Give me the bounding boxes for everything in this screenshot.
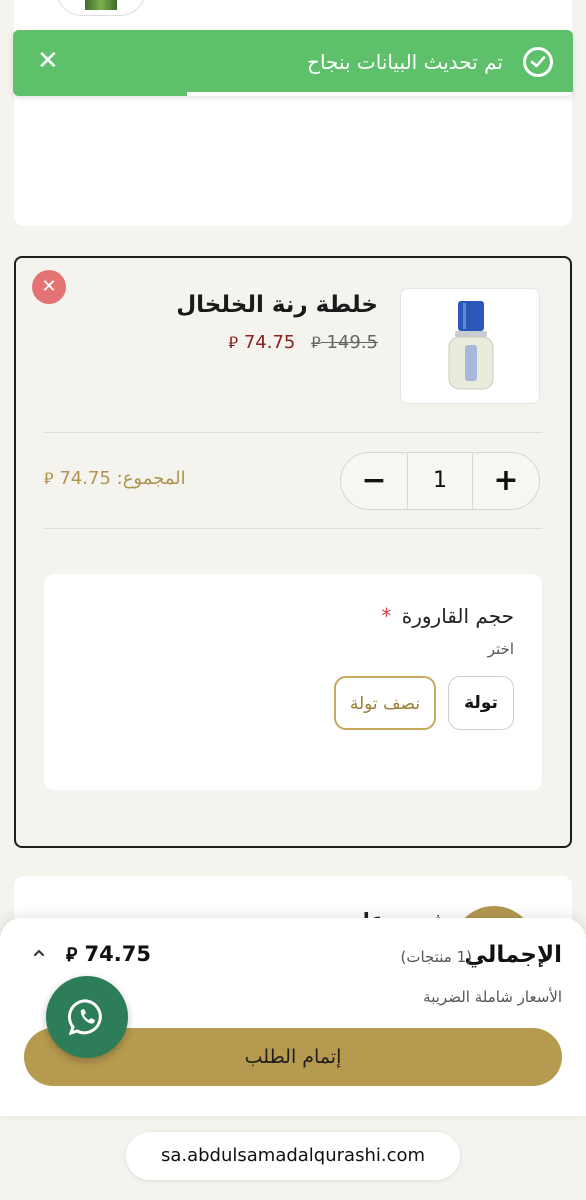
- riyal-currency-icon: ⃁: [44, 469, 54, 488]
- option-tola-button[interactable]: تولة: [448, 676, 514, 730]
- required-mark: *: [381, 604, 392, 628]
- remove-icon: ✕: [41, 276, 57, 297]
- option-title: حجم القارورة *: [381, 604, 514, 628]
- success-toast: تم تحديث البيانات بنجاح ✕: [13, 30, 573, 96]
- option-title-text: حجم القارورة: [401, 604, 514, 628]
- previous-product-thumbnail: [56, 0, 146, 16]
- toast-progress-bar: [186, 92, 573, 96]
- browser-url-bar[interactable]: sa.abdulsamadalqurashi.com: [126, 1132, 460, 1180]
- quantity-value[interactable]: 1: [407, 453, 473, 509]
- bottle-size-option: حجم القارورة * اختر تولة نصف تولة: [44, 574, 542, 790]
- close-icon[interactable]: ✕: [37, 46, 59, 76]
- divider: [44, 432, 542, 433]
- riyal-currency-icon: ⃁: [66, 944, 78, 966]
- riyal-currency-icon: ⃁: [311, 333, 321, 352]
- subtotal-label: المجموع:: [116, 468, 186, 489]
- green-bottle-image: [85, 0, 117, 10]
- option-hint: اختر: [487, 640, 514, 658]
- total-amount: 74.75 ⃁: [66, 942, 151, 967]
- sale-price: 74.75 ⃁: [228, 332, 295, 353]
- total-label: الإجمالي: [464, 942, 562, 968]
- minus-icon[interactable]: −: [341, 453, 407, 509]
- whatsapp-icon: [67, 999, 102, 1036]
- toast-message: تم تحديث البيانات بنجاح: [307, 50, 503, 74]
- riyal-currency-icon: ⃁: [228, 333, 239, 352]
- subtotal-value: 74.75: [59, 468, 111, 489]
- item-subtotal: المجموع: 74.75 ⃁: [44, 468, 186, 489]
- product-name[interactable]: خلطة رنة الخلخال: [176, 292, 378, 318]
- old-price-value: 149.5: [326, 332, 378, 353]
- remove-item-button[interactable]: ✕: [32, 270, 66, 304]
- old-price: 149.5 ⃁: [311, 332, 378, 353]
- check-circle-icon: [523, 47, 553, 77]
- cart-item-card: ✕ خلطة رنة الخلخال 149.5 ⃁ 74.75 ⃁ + 1 −…: [14, 256, 572, 848]
- quantity-stepper: + 1 −: [340, 452, 540, 510]
- sale-price-value: 74.75: [243, 332, 296, 353]
- chevron-up-icon[interactable]: [32, 946, 50, 964]
- product-image[interactable]: [400, 288, 540, 404]
- divider: [44, 528, 542, 529]
- plus-icon[interactable]: +: [473, 453, 539, 509]
- whatsapp-button[interactable]: [46, 976, 128, 1058]
- total-amount-value: 74.75: [84, 942, 151, 966]
- tax-note: الأسعار شاملة الضريبة: [423, 988, 562, 1006]
- items-count: (1 منتجات): [400, 948, 473, 966]
- option-half-tola-button[interactable]: نصف تولة: [334, 676, 436, 730]
- price-row: 149.5 ⃁ 74.75 ⃁: [228, 332, 378, 353]
